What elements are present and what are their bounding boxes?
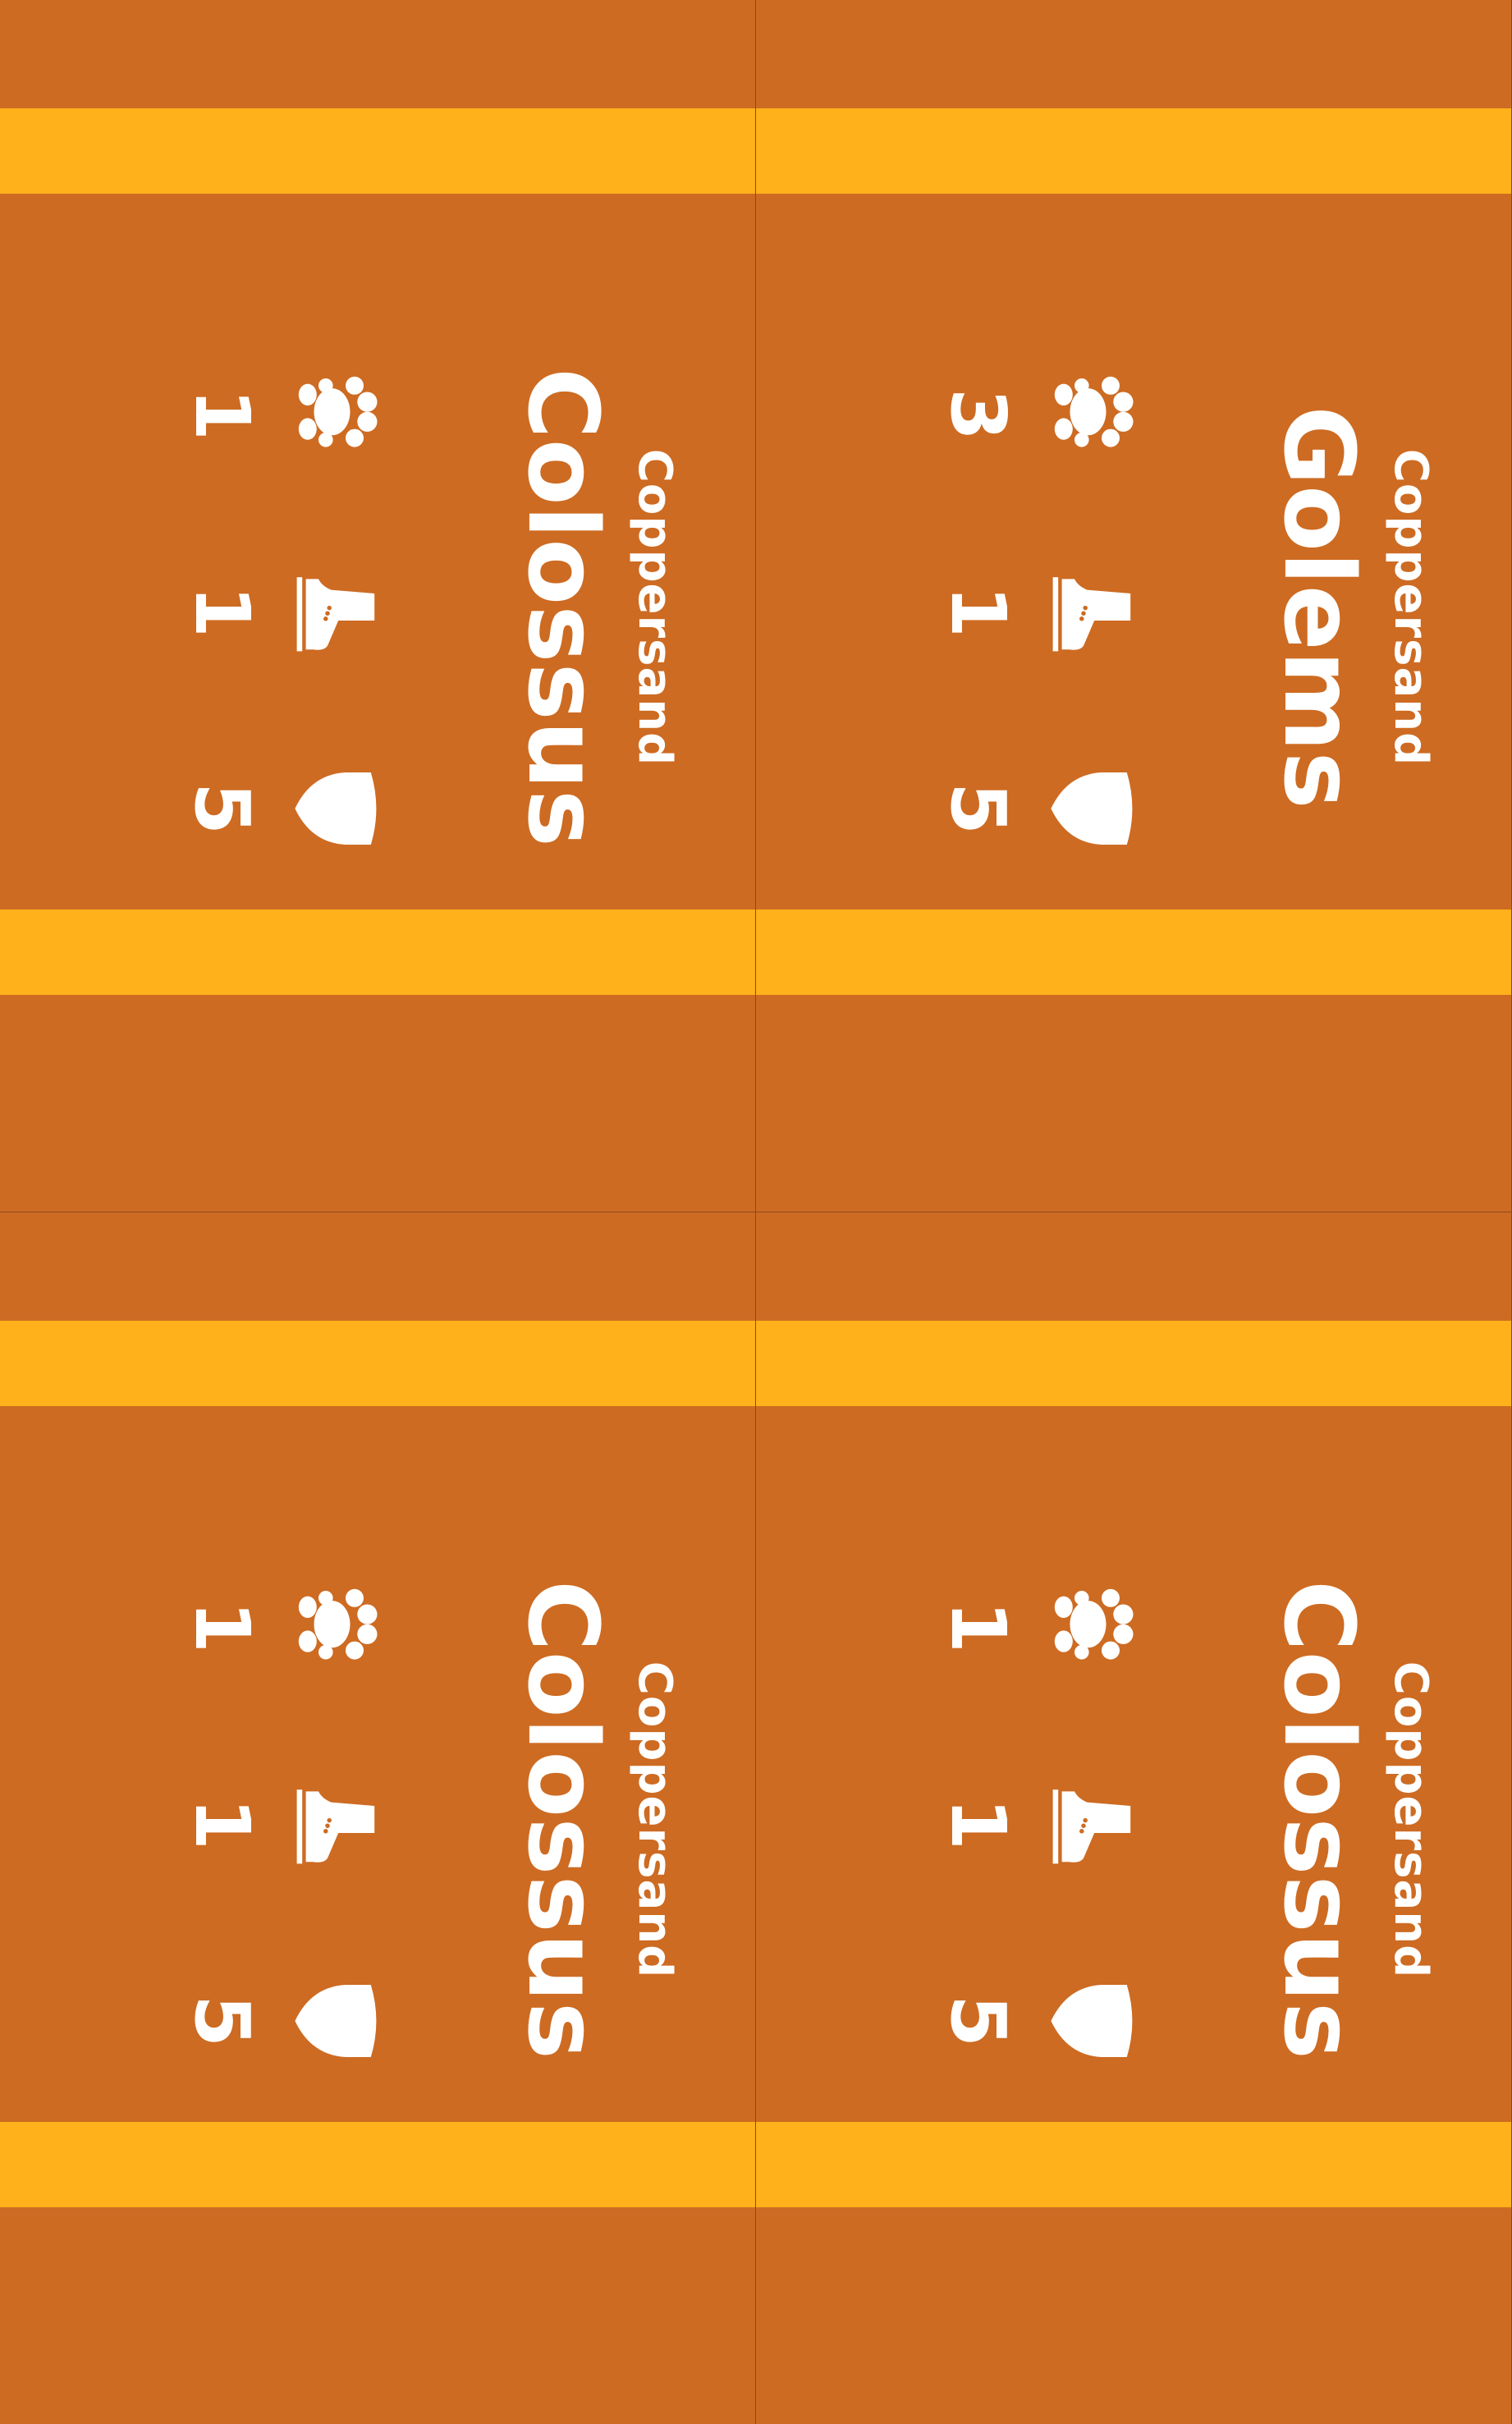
boot-icon	[291, 566, 382, 657]
boot-icon	[1047, 566, 1138, 657]
card-content: Coppersand Colossus 1 1 5	[0, 1212, 755, 2424]
shield-icon	[1047, 1976, 1138, 2066]
faction-name: Coppersand	[1384, 1661, 1437, 1979]
shield-icon	[291, 1976, 382, 2066]
defense-value: 5	[178, 781, 266, 835]
card-sheet: Coppersand Colossus 1 1 5 Coppersand Gol…	[0, 0, 1512, 2424]
group-paw-icon	[291, 369, 382, 460]
defense-value: 5	[934, 1994, 1022, 2047]
defense-value: 5	[178, 1994, 266, 2047]
unit-name: Colossus	[506, 1580, 620, 2060]
faction-name: Coppersand	[628, 1661, 681, 1979]
shield-icon	[291, 763, 382, 854]
defense-value: 5	[934, 781, 1022, 835]
boot-icon	[291, 1779, 382, 1869]
group-value: 1	[934, 1600, 1022, 1653]
move-value: 1	[178, 584, 266, 638]
group-value: 3	[934, 387, 1022, 441]
group-paw-icon	[1047, 369, 1138, 460]
faction-name: Coppersand	[628, 448, 681, 767]
unit-name: Colossus	[1262, 1580, 1376, 2060]
card-content: Coppersand Colossus 1 1 5	[756, 1212, 1511, 2424]
move-value: 1	[178, 1797, 266, 1850]
card-content: Coppersand Colossus 1 1 5	[0, 0, 755, 1212]
move-value: 1	[934, 584, 1022, 638]
boot-icon	[1047, 1779, 1138, 1869]
shield-icon	[1047, 763, 1138, 854]
unit-card[interactable]: Coppersand Colossus 1 1 5	[755, 1212, 1512, 2424]
unit-card[interactable]: Coppersand Colossus 1 1 5	[0, 0, 756, 1212]
group-value: 1	[178, 1600, 266, 1653]
card-content: Coppersand Golems 3 1 5	[756, 0, 1511, 1212]
unit-card[interactable]: Coppersand Golems 3 1 5	[755, 0, 1512, 1212]
group-paw-icon	[1047, 1582, 1138, 1672]
faction-name: Coppersand	[1384, 448, 1437, 767]
unit-card[interactable]: Coppersand Colossus 1 1 5	[0, 1212, 756, 2424]
unit-name: Golems	[1262, 406, 1376, 809]
group-paw-icon	[291, 1582, 382, 1672]
group-value: 1	[178, 387, 266, 441]
unit-name: Colossus	[506, 368, 620, 847]
move-value: 1	[934, 1797, 1022, 1850]
